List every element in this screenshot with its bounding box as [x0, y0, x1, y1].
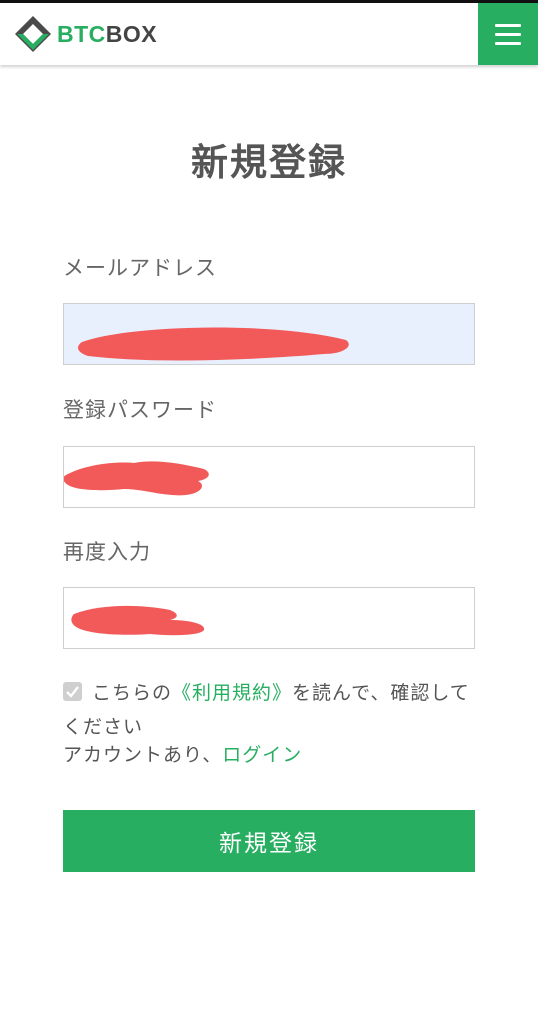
- logo-diamond-icon: [15, 16, 51, 52]
- terms-prefix: こちらの: [92, 682, 173, 704]
- site-header: BTCBOX: [0, 3, 538, 65]
- page-title: 新規登録: [191, 141, 347, 184]
- existing-account-row: アカウントあり、ログイン: [63, 740, 302, 767]
- terms-agreement: こちらの《利用規約》を読んで、確認してください: [63, 676, 483, 744]
- checkmark-icon: [66, 686, 79, 698]
- terms-checkbox[interactable]: [63, 682, 82, 701]
- btcbox-logo[interactable]: BTCBOX: [13, 14, 157, 54]
- email-input[interactable]: [64, 304, 474, 364]
- terms-of-use-link[interactable]: 《利用規約》: [172, 682, 292, 704]
- register-button[interactable]: 新規登録: [63, 810, 475, 872]
- password-label: 登録パスワード: [63, 398, 217, 422]
- hamburger-icon: [495, 23, 521, 27]
- confirm-password-label: 再度入力: [63, 540, 151, 564]
- existing-account-text: アカウントあり、: [63, 744, 223, 766]
- confirm-password-field[interactable]: [63, 587, 475, 649]
- email-label: メールアドレス: [63, 256, 217, 280]
- login-link[interactable]: ログイン: [222, 744, 302, 766]
- password-field[interactable]: [63, 446, 475, 508]
- password-input[interactable]: [64, 447, 474, 507]
- confirm-password-input[interactable]: [64, 588, 474, 648]
- logo-text: BTCBOX: [57, 20, 158, 47]
- hamburger-menu-button[interactable]: [478, 3, 538, 65]
- email-field[interactable]: [63, 303, 475, 365]
